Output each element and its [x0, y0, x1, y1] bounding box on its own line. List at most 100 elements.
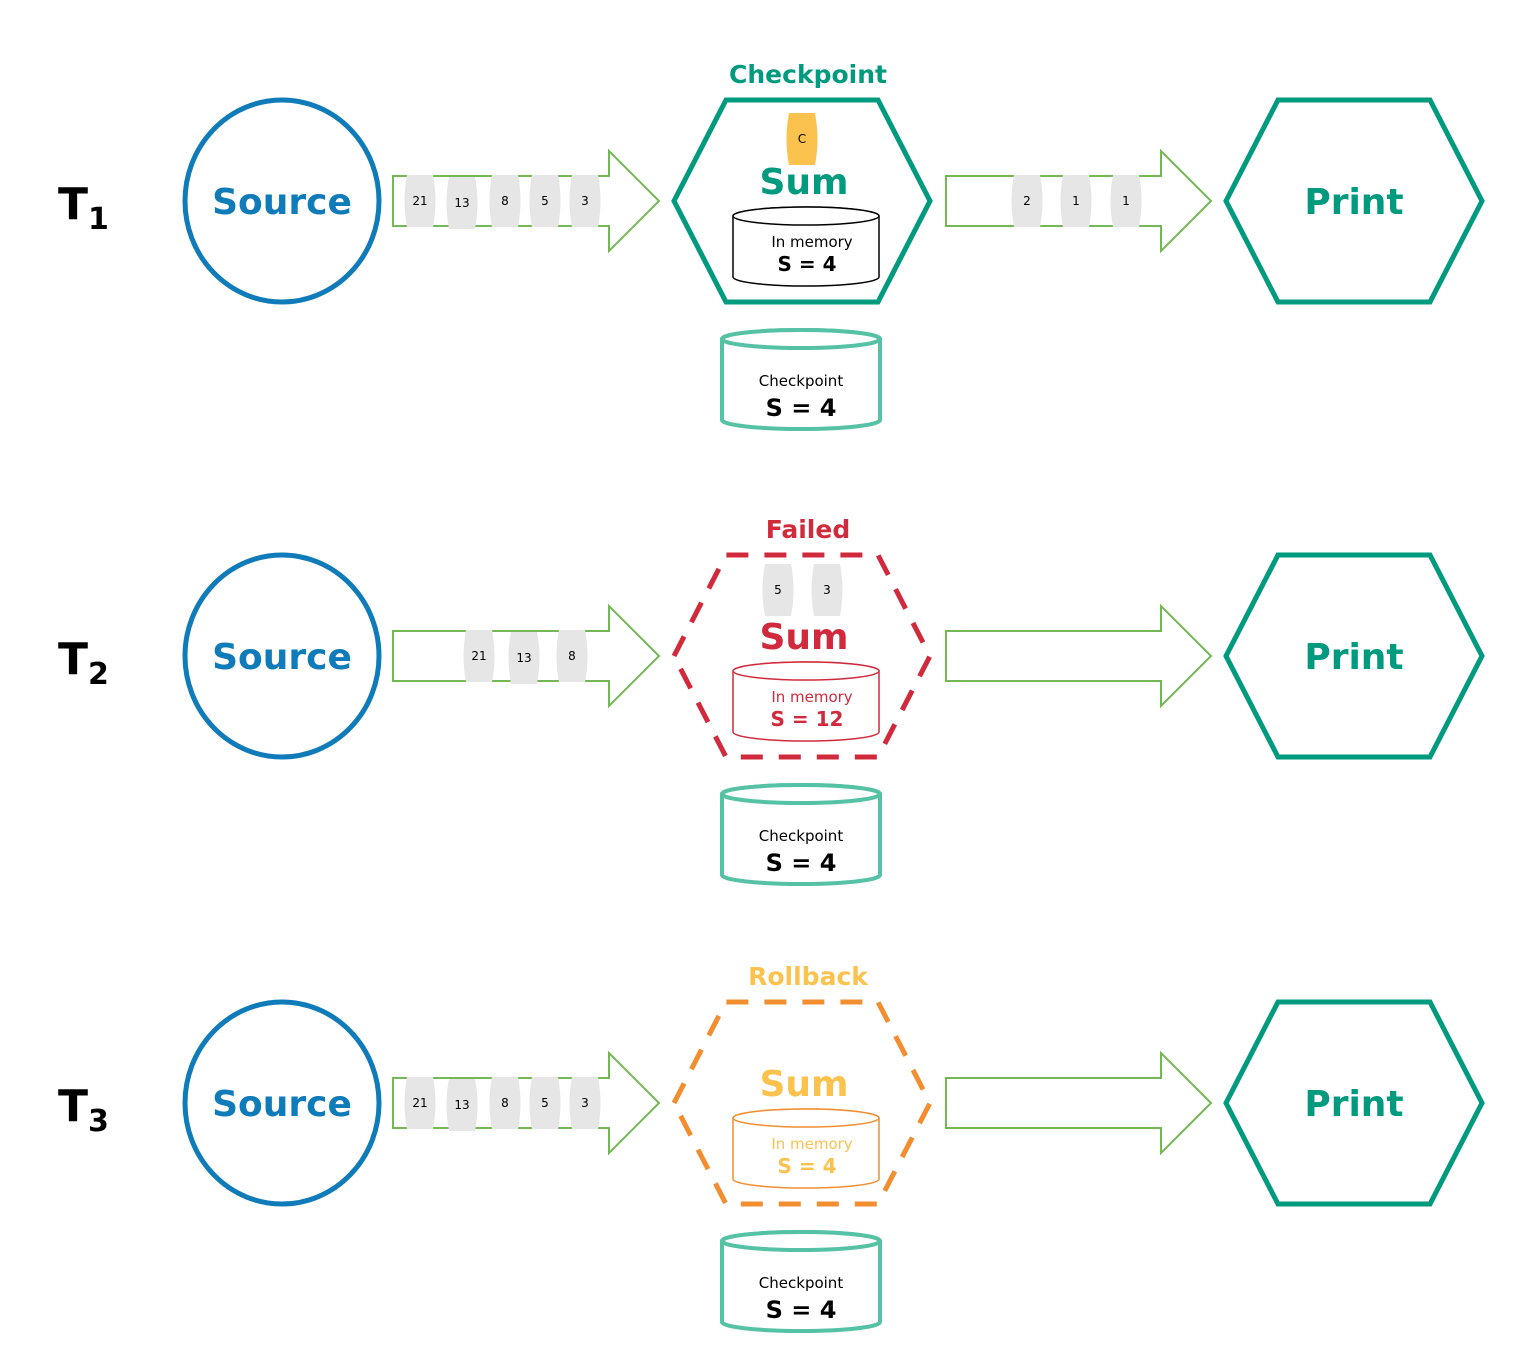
record-pill: 1 — [1060, 175, 1092, 227]
input-stream: 21 13 8 5 3 — [392, 1050, 661, 1156]
operator-name: Sum — [759, 1064, 848, 1105]
record-value: 13 — [516, 651, 531, 665]
source-node: Source — [182, 97, 382, 305]
record-value: 8 — [501, 1096, 509, 1110]
operator-status-label: Rollback — [748, 962, 869, 991]
print-sink: Print — [1223, 999, 1485, 1207]
record-pill: 2 — [1011, 175, 1043, 227]
cylinder-top — [720, 328, 882, 350]
record-pill: 13 — [446, 1079, 478, 1131]
source-node: Source — [182, 552, 382, 760]
print-label: Print — [1304, 1084, 1403, 1125]
time-subscript: 2 — [88, 657, 109, 692]
timestep-row-3: T3 Source 21 13 8 5 3RollbackSumIn memoryS = 4… — [58, 962, 1485, 1333]
source-label: Source — [212, 637, 352, 678]
record-pill: 21 — [463, 630, 495, 682]
timestep-row-2: T2 Source 21 13 8Failed5 3SumIn memoryS = 12P… — [58, 515, 1485, 886]
memory-value: S = 4 — [777, 252, 836, 276]
record-value: 1 — [1072, 194, 1080, 208]
memory-value: S = 4 — [777, 1154, 836, 1178]
memory-label: In memory — [771, 233, 852, 251]
in-memory-state: In memoryS = 12 — [732, 661, 880, 742]
record-value: 2 — [1023, 194, 1031, 208]
record-pill: 5 — [762, 564, 794, 616]
record-value: 21 — [412, 194, 427, 208]
in-memory-state: In memoryS = 4 — [732, 1108, 880, 1189]
record-value: 3 — [581, 194, 589, 208]
checkpoint-storage-value: S = 4 — [766, 849, 837, 877]
cylinder-top — [720, 783, 882, 805]
operator-status-label: Failed — [766, 515, 850, 544]
output-stream — [945, 603, 1213, 709]
time-letter: T — [58, 634, 88, 685]
memory-label: In memory — [771, 1135, 852, 1153]
record-pill: 1 — [1110, 175, 1142, 227]
sum-operator: RollbackSumIn memoryS = 4 — [671, 962, 933, 1207]
print-sink: Print — [1223, 97, 1485, 305]
time-subscript: 3 — [88, 1104, 109, 1139]
record-value: 8 — [501, 194, 509, 208]
record-value: 13 — [454, 1098, 469, 1112]
checkpoint-storage-label: Checkpoint — [759, 1274, 844, 1292]
source-node: Source — [182, 999, 382, 1207]
record-pill: 3 — [569, 175, 601, 227]
record-value: 21 — [412, 1096, 427, 1110]
time-letter: T — [58, 1081, 88, 1132]
record-value: 5 — [774, 583, 782, 597]
time-subscript: 1 — [88, 202, 109, 237]
record-value: 3 — [823, 583, 831, 597]
record-pill: 8 — [556, 630, 588, 682]
time-label: T2 — [58, 634, 109, 692]
input-stream: 21 13 8 — [392, 603, 661, 709]
in-memory-state: In memoryS = 4 — [732, 206, 880, 287]
checkpoint-storage: Checkpoint S = 4 — [720, 1230, 882, 1333]
record-value: 5 — [541, 194, 549, 208]
cylinder-top — [732, 206, 880, 226]
record-pill: 13 — [446, 177, 478, 229]
record-pill: 21 — [404, 1077, 436, 1129]
record-pill: 21 — [404, 175, 436, 227]
record-pill: C — [786, 113, 818, 165]
record-value: 3 — [581, 1096, 589, 1110]
input-stream: 21 13 8 5 3 — [392, 148, 661, 254]
record-pill: 8 — [489, 175, 521, 227]
sum-operator: Failed5 3SumIn memoryS = 12 — [671, 515, 933, 760]
operator-name: Sum — [759, 617, 848, 658]
record-value: 13 — [454, 196, 469, 210]
checkpoint-diagram: T1 Source 21 13 8 5 3CheckpointCSumIn memoryS … — [58, 60, 1485, 1333]
output-stream — [945, 1050, 1213, 1156]
record-value: 21 — [471, 649, 486, 663]
print-sink: Print — [1223, 552, 1485, 760]
record-pill: 5 — [529, 1077, 561, 1129]
source-label: Source — [212, 182, 352, 223]
output-arrow — [945, 603, 1213, 709]
cylinder-top — [720, 1230, 882, 1252]
record-pill: 3 — [811, 564, 843, 616]
memory-value: S = 12 — [771, 707, 844, 731]
timestep-row-1: T1 Source 21 13 8 5 3CheckpointCSumIn memoryS … — [58, 60, 1485, 431]
record-pill: 13 — [508, 632, 540, 684]
sum-operator: CheckpointCSumIn memoryS = 4 — [671, 60, 933, 305]
record-value: C — [798, 132, 806, 146]
record-value: 8 — [568, 649, 576, 663]
record-pill: 3 — [569, 1077, 601, 1129]
time-letter: T — [58, 179, 88, 230]
print-label: Print — [1304, 637, 1403, 678]
operator-status-label: Checkpoint — [729, 60, 887, 89]
checkpoint-storage-label: Checkpoint — [759, 827, 844, 845]
time-label: T3 — [58, 1081, 109, 1139]
output-stream: 2 1 1 — [945, 148, 1213, 254]
checkpoint-storage: Checkpoint S = 4 — [720, 783, 882, 886]
cylinder-top — [732, 661, 880, 681]
memory-label: In memory — [771, 688, 852, 706]
record-pill: 8 — [489, 1077, 521, 1129]
record-pill: 5 — [529, 175, 561, 227]
cylinder-top — [732, 1108, 880, 1128]
checkpoint-storage: Checkpoint S = 4 — [720, 328, 882, 431]
operator-name: Sum — [759, 162, 848, 203]
time-label: T1 — [58, 179, 109, 237]
checkpoint-storage-value: S = 4 — [766, 394, 837, 422]
checkpoint-storage-value: S = 4 — [766, 1296, 837, 1324]
record-value: 5 — [541, 1096, 549, 1110]
checkpoint-storage-label: Checkpoint — [759, 372, 844, 390]
